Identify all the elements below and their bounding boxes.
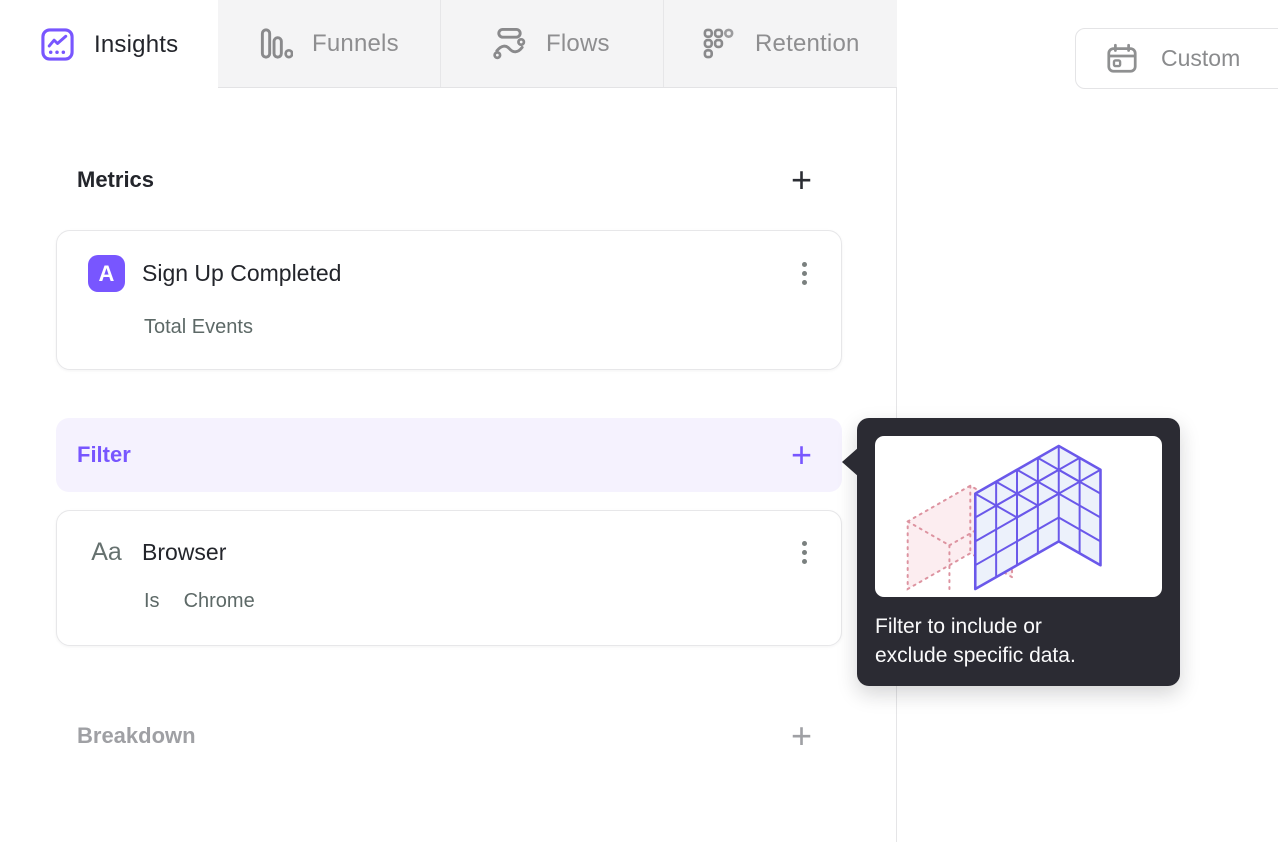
filter-tooltip: Filter to include or exclude specific da…: [842, 418, 1180, 686]
add-breakdown-button[interactable]: +: [791, 718, 812, 754]
metric-series-badge: A: [88, 255, 125, 292]
filter-operator[interactable]: Is: [144, 590, 160, 612]
metric-aggregation[interactable]: Total Events: [144, 316, 253, 338]
tab-insights[interactable]: Insights: [0, 0, 218, 89]
tab-retention[interactable]: Retention: [663, 0, 897, 87]
add-metric-button[interactable]: +: [791, 162, 812, 198]
tooltip-arrow: [842, 447, 859, 477]
tab-funnels[interactable]: Funnels: [218, 0, 440, 87]
metrics-section-header: Metrics +: [56, 160, 842, 200]
string-property-icon: Aa: [91, 538, 122, 566]
filter-title: Filter: [77, 442, 131, 467]
metric-event-name[interactable]: Sign Up Completed: [142, 260, 796, 287]
filter-card[interactable]: Aa Browser Is Chrome: [56, 510, 842, 646]
query-builder-panel: Insights Funnels Flows Retention Metrics…: [0, 0, 897, 842]
filter-cube-illustration: [875, 436, 1162, 597]
breakdown-title: Breakdown: [77, 723, 196, 748]
tab-retention-label: Retention: [755, 29, 860, 57]
tab-insights-label: Insights: [94, 30, 179, 58]
insights-chart-icon: [41, 28, 74, 61]
filter-kebab-menu-icon[interactable]: [796, 537, 813, 568]
metric-kebab-menu-icon[interactable]: [796, 258, 813, 289]
retention-dots-icon: [703, 28, 734, 59]
insights-builder-screen: Insights Funnels Flows Retention Metrics…: [0, 0, 1278, 842]
calendar-icon: [1107, 43, 1137, 73]
metric-card[interactable]: A Sign Up Completed Total Events: [56, 230, 842, 370]
date-range-label: Custom: [1161, 45, 1241, 71]
breakdown-section-header: Breakdown +: [56, 716, 842, 756]
tab-flows-label: Flows: [546, 29, 610, 57]
add-filter-button[interactable]: +: [791, 437, 812, 473]
report-tabbar: Insights Funnels Flows Retention: [0, 0, 897, 89]
tab-funnels-label: Funnels: [312, 29, 399, 57]
tab-flows[interactable]: Flows: [440, 0, 663, 87]
filter-section-header[interactable]: Filter +: [56, 418, 842, 492]
funnels-bars-icon: [260, 28, 293, 59]
filter-property-name[interactable]: Browser: [142, 539, 796, 566]
date-range-custom-button[interactable]: Custom: [1075, 28, 1278, 89]
flows-icon: [493, 27, 526, 60]
filter-value[interactable]: Chrome: [184, 590, 255, 612]
tooltip-text: Filter to include or exclude specific da…: [875, 615, 1076, 667]
metrics-title: Metrics: [77, 167, 155, 192]
